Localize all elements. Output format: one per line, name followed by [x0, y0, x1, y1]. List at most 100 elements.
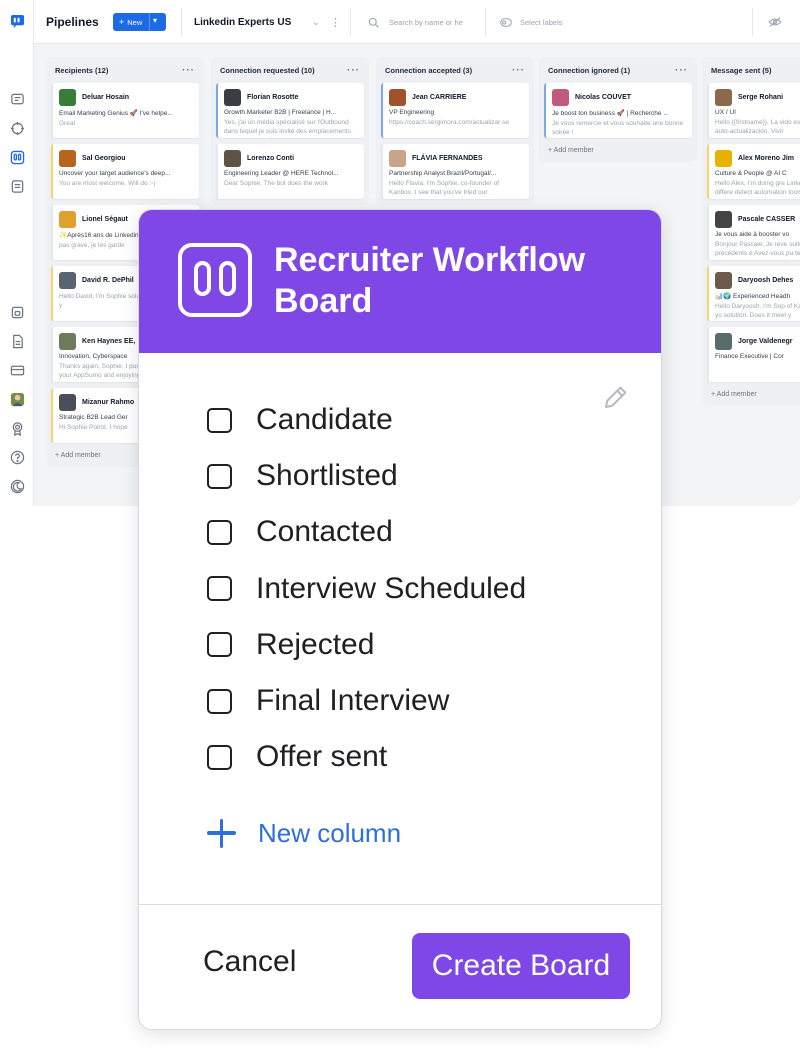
- last-message: Hello {{firstname}}, La vido es un const…: [715, 119, 800, 135]
- option-checkbox[interactable]: [207, 744, 232, 770]
- column: Connection requested (10) ··· Florian Roso…: [211, 57, 369, 205]
- member-name: Serge Rohani: [738, 93, 784, 101]
- member-card[interactable]: Florian Rosotte Growth Marketer B2B | Fre…: [216, 83, 364, 138]
- member-name: Pascale CASSER: [738, 215, 796, 223]
- column-more-icon[interactable]: ···: [512, 65, 525, 76]
- column-more-icon[interactable]: ···: [675, 65, 688, 76]
- messages-icon[interactable]: [8, 90, 26, 108]
- column-title: Message sent (5): [711, 65, 772, 75]
- member-headline: Uncover your target audience's deep...: [59, 170, 171, 177]
- member-name: Lionel Ségaut: [82, 215, 128, 223]
- column-option[interactable]: Candidate: [207, 400, 393, 440]
- top-bar: Pipelines + New ▾ Linkedin Experts US ⌄ ⋮ …: [34, 0, 800, 44]
- option-checkbox[interactable]: [207, 407, 232, 433]
- add-member-button[interactable]: + Add member: [702, 388, 800, 406]
- divider: [139, 904, 661, 905]
- member-card[interactable]: Alex Moreno Jim Culture & People @ AI C He…: [707, 144, 800, 199]
- option-label: Final Interview: [256, 684, 450, 717]
- plus-icon: [207, 818, 236, 848]
- member-headline: UX / UI: [715, 109, 736, 116]
- page-title: Pipelines: [46, 15, 99, 29]
- member-headline: VP Engineering: [389, 109, 435, 116]
- hide-icon[interactable]: [768, 0, 782, 44]
- member-headline: Growth Marketer B2B | Freelance | H...: [224, 109, 337, 116]
- member-name: Ken Haynes EE,: [82, 337, 136, 345]
- avatar: [59, 271, 76, 289]
- option-checkbox[interactable]: [207, 519, 232, 545]
- avatar: [59, 210, 76, 228]
- member-card[interactable]: Sal Georgiou Uncover your target audience…: [51, 144, 199, 199]
- option-checkbox[interactable]: [207, 463, 232, 489]
- member-card[interactable]: Pascale CASSER Je vous aide à booster vo B…: [707, 205, 800, 260]
- board-more-icon[interactable]: ⋮: [330, 0, 341, 44]
- lock-icon[interactable]: [8, 303, 26, 321]
- card-icon[interactable]: [8, 361, 26, 379]
- last-message: Je vous remercie et vous souhaite une bo…: [552, 120, 684, 136]
- member-name: David R. DePhil: [82, 276, 134, 284]
- member-name: Florian Rosotte: [247, 93, 299, 101]
- new-button[interactable]: + New ▾: [113, 13, 166, 31]
- pencil-icon[interactable]: [601, 382, 631, 417]
- option-checkbox[interactable]: [207, 576, 232, 602]
- member-name: Lorenzo Conti: [247, 154, 295, 162]
- option-label: Interview Scheduled: [256, 571, 527, 605]
- member-card[interactable]: FLÁVIA FERNANDES Partnership Analyst Braz…: [381, 144, 529, 199]
- user-avatar-icon[interactable]: [8, 390, 26, 408]
- column-option[interactable]: Final Interview: [207, 681, 449, 721]
- search-icon: [368, 17, 379, 28]
- new-column-button[interactable]: New column: [207, 813, 401, 853]
- member-card[interactable]: Jorge Valdenegr Finance Executive | Cor: [707, 327, 800, 382]
- labels-select[interactable]: Select labels: [520, 18, 563, 27]
- column-option[interactable]: Rejected: [207, 625, 374, 665]
- column-option[interactable]: Interview Scheduled: [207, 569, 526, 609]
- member-card[interactable]: Nicolas COUVET Je boost ton business 🚀 | …: [544, 83, 692, 138]
- help-icon[interactable]: [8, 448, 26, 466]
- award-icon[interactable]: [8, 419, 26, 437]
- member-headline: Je vous aide à booster vo: [715, 231, 790, 238]
- last-message: Great: [59, 120, 76, 127]
- list-icon[interactable]: [8, 177, 26, 195]
- column-header: Recipients (12) ···: [46, 57, 204, 83]
- target-icon[interactable]: [8, 119, 26, 137]
- board-chevron-icon[interactable]: ⌄: [312, 0, 320, 44]
- avatar: [224, 88, 241, 106]
- column-option[interactable]: Contacted: [207, 512, 393, 552]
- avatar: [59, 88, 76, 106]
- column-more-icon[interactable]: ···: [182, 65, 195, 76]
- chevron-down-icon[interactable]: ▾: [153, 16, 157, 25]
- last-message: Hello Daryoosh, I'm Sop of Kanbox. I see…: [715, 303, 800, 319]
- avatar: [59, 149, 76, 167]
- column-more-icon[interactable]: ···: [347, 65, 360, 76]
- member-card[interactable]: Serge Rohani UX / UI Hello {{firstname}}, …: [707, 83, 800, 138]
- member-name: Alex Moreno Jim: [738, 154, 795, 162]
- board-selector[interactable]: Linkedin Experts US: [194, 0, 291, 44]
- search-input[interactable]: Search by name or he: [389, 18, 463, 27]
- avatar: [715, 88, 732, 106]
- member-headline: Partnership Analyst Brazil/Portugal/...: [389, 170, 497, 177]
- pipelines-icon[interactable]: [8, 148, 26, 166]
- member-name: Daryoosh Dehes: [738, 276, 794, 284]
- member-card[interactable]: Daryoosh Dehes 📊🌍 Experienced Headh Hello …: [707, 266, 800, 321]
- option-label: Contacted: [256, 515, 393, 549]
- column-option[interactable]: Shortlisted: [207, 456, 398, 496]
- document-icon[interactable]: [8, 332, 26, 350]
- dark-mode-icon[interactable]: [8, 477, 26, 495]
- column-option[interactable]: Offer sent: [207, 737, 387, 777]
- avatar: [552, 88, 569, 106]
- member-card[interactable]: Jean CARRIERE VP Engineering https://coach…: [381, 83, 529, 138]
- member-name: Jean CARRIERE: [412, 93, 467, 101]
- create-board-button[interactable]: Create Board: [412, 933, 630, 999]
- add-member-button[interactable]: + Add member: [539, 144, 697, 162]
- member-card[interactable]: Deluar Hosain Email Marketing Genius 🚀 I'…: [51, 83, 199, 138]
- cancel-button[interactable]: Cancel: [203, 945, 296, 979]
- last-message: Dear Sophie, The bot does the work: [224, 180, 328, 187]
- search-box[interactable]: Search by name or he: [368, 0, 463, 44]
- labels-filter[interactable]: Select labels: [500, 0, 563, 44]
- last-message: Hello Alex, I'm doing gre Linkedin is us…: [715, 180, 800, 196]
- member-card[interactable]: Lorenzo Conti Engineering Leader @ HERE T…: [216, 144, 364, 199]
- modal-header: Recruiter Workflow Board: [139, 210, 661, 353]
- kanbox-logo-icon[interactable]: [8, 12, 26, 30]
- column-header: Connection accepted (3) ···: [376, 57, 534, 83]
- option-checkbox[interactable]: [207, 632, 232, 658]
- option-checkbox[interactable]: [207, 688, 232, 714]
